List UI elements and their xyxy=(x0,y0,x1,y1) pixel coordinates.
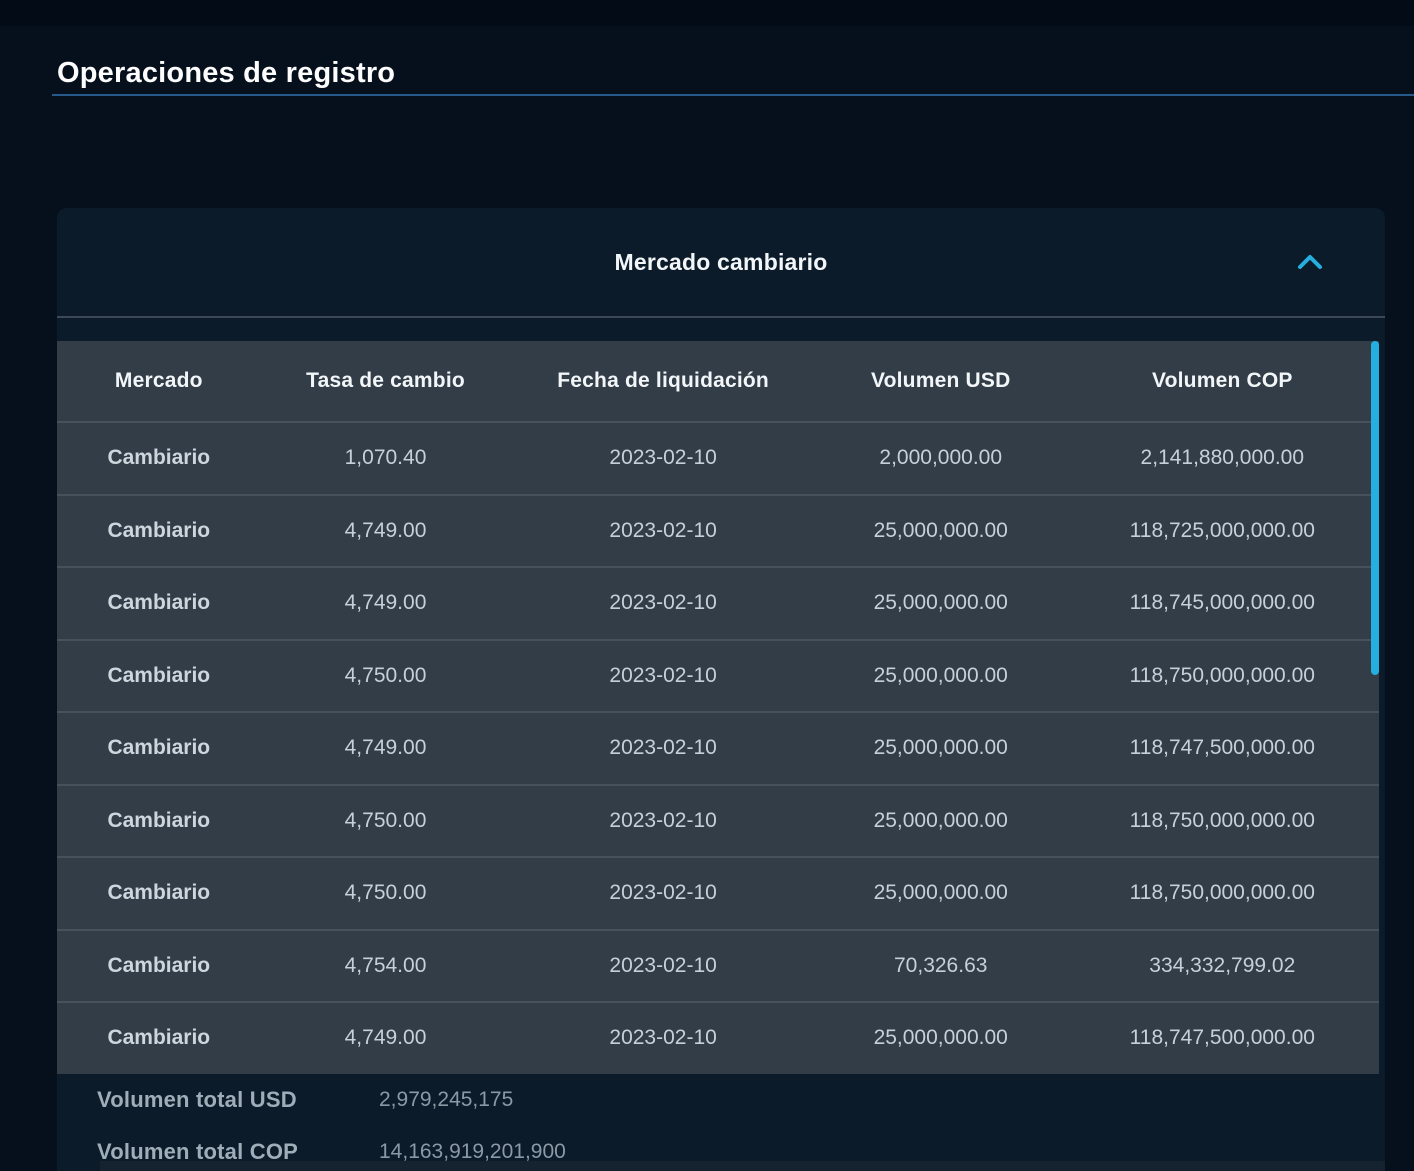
table-cell: Cambiario xyxy=(107,881,211,905)
table-cell: 4,749.00 xyxy=(344,736,427,760)
table-cell: Cambiario xyxy=(107,953,211,977)
table-row[interactable]: Cambiario 4,750.00 2023-02-10 25,000,000.00… xyxy=(57,638,1379,711)
column-header-0: Mercado xyxy=(114,369,203,392)
table-cell: 118,725,000,000.00 xyxy=(1129,518,1315,542)
table-cell: Cambiario xyxy=(107,518,211,542)
table-row[interactable]: Cambiario 4,750.00 2023-02-10 25,000,000.00… xyxy=(57,856,1379,929)
table-cell: 4,750.00 xyxy=(344,663,427,687)
table-cell: Cambiario xyxy=(107,808,211,832)
mercado-cambiario-panel: Mercado cambiario Mercado Tasa de cambio F… xyxy=(57,208,1385,1171)
table-cell: Cambiario xyxy=(107,663,211,687)
panel-header-divider xyxy=(57,316,1385,318)
table-cell: 118,750,000,000.00 xyxy=(1129,663,1315,687)
table-cell: 2023-02-10 xyxy=(609,808,717,832)
chevron-up-icon[interactable] xyxy=(1293,249,1327,275)
table-cell: 118,750,000,000.00 xyxy=(1129,808,1315,832)
column-header-1: Tasa de cambio xyxy=(306,369,465,392)
table-cell: 2,141,880,000.00 xyxy=(1140,446,1305,470)
table-cell: 4,749.00 xyxy=(344,591,427,615)
table-cell: 70,326.63 xyxy=(894,953,988,977)
table-cell: 25,000,000.00 xyxy=(873,591,1008,615)
operations-table: Mercado Tasa de cambio Fecha de liquidació… xyxy=(57,341,1379,1074)
total-usd-line: Volumen total USD 2,979,245,175 xyxy=(97,1074,1385,1126)
table-cell: 2023-02-10 xyxy=(609,518,717,542)
total-cop-value: 14,163,919,201,900 xyxy=(379,1139,566,1163)
table-row[interactable]: Cambiario 4,749.00 2023-02-10 25,000,000.00… xyxy=(57,566,1379,639)
table-cell: 2023-02-10 xyxy=(609,736,717,760)
table-cell: Cambiario xyxy=(107,591,211,615)
table-cell: 2023-02-10 xyxy=(609,953,717,977)
table-cell: 118,750,000,000.00 xyxy=(1129,881,1315,905)
table-row[interactable]: Cambiario 4,749.00 2023-02-10 25,000,000.00… xyxy=(57,1001,1379,1074)
table-cell: 118,745,000,000.00 xyxy=(1129,591,1315,615)
bottom-strip xyxy=(100,1161,1385,1171)
table-cell: 4,749.00 xyxy=(344,1026,427,1050)
panel-header[interactable]: Mercado cambiario xyxy=(57,208,1385,316)
table-cell: 2023-02-10 xyxy=(609,881,717,905)
table-row[interactable]: Cambiario 1,070.40 2023-02-10 2,000,000.00 2… xyxy=(57,421,1379,494)
totals-section: Volumen total USD 2,979,245,175 Volumen … xyxy=(57,1074,1385,1171)
table-cell: 334,332,799.02 xyxy=(1149,953,1296,977)
table-cell: 4,750.00 xyxy=(344,881,427,905)
table-scrollbar[interactable] xyxy=(1371,341,1379,675)
table-row[interactable]: Cambiario 4,754.00 2023-02-10 70,326.63 334,… xyxy=(57,928,1379,1001)
table-cell: 25,000,000.00 xyxy=(873,808,1008,832)
panel-title: Mercado cambiario xyxy=(614,248,828,275)
table-row[interactable]: Cambiario 4,749.00 2023-02-10 25,000,000.00… xyxy=(57,493,1379,566)
top-bar xyxy=(0,0,1414,26)
table-cell: 1,070.40 xyxy=(344,446,427,470)
table-cell: 25,000,000.00 xyxy=(873,663,1008,687)
column-header-4: Volumen COP xyxy=(1151,369,1293,392)
table-cell: 2023-02-10 xyxy=(609,663,717,687)
table-cell: 118,747,500,000.00 xyxy=(1129,736,1315,760)
table-cell: 25,000,000.00 xyxy=(873,881,1008,905)
table-cell: Cambiario xyxy=(107,736,211,760)
page-title: Operaciones de registro xyxy=(57,57,396,90)
table-row[interactable]: Cambiario 4,749.00 2023-02-10 25,000,000.00… xyxy=(57,711,1379,784)
table-header-row: Mercado Tasa de cambio Fecha de liquidació… xyxy=(57,341,1379,421)
table-cell: Cambiario xyxy=(107,1026,211,1050)
column-header-3: Volumen USD xyxy=(870,369,1011,392)
table-cell: 4,749.00 xyxy=(344,518,427,542)
table-cell: 25,000,000.00 xyxy=(873,1026,1008,1050)
table-cell: 25,000,000.00 xyxy=(873,518,1008,542)
table-cell: 2,000,000.00 xyxy=(879,446,1003,470)
table-cell: 2023-02-10 xyxy=(609,1026,717,1050)
total-usd-label: Volumen total USD xyxy=(97,1086,297,1112)
table-row[interactable]: Cambiario 4,750.00 2023-02-10 25,000,000.00… xyxy=(57,783,1379,856)
table-cell: 4,750.00 xyxy=(344,808,427,832)
title-underline xyxy=(52,94,1414,96)
table-cell: 2023-02-10 xyxy=(609,591,717,615)
table-body: Cambiario 1,070.40 2023-02-10 2,000,000.00 2… xyxy=(57,421,1379,1074)
table-cell: 2023-02-10 xyxy=(609,446,717,470)
table-cell: 118,747,500,000.00 xyxy=(1129,1026,1315,1050)
column-header-2: Fecha de liquidación xyxy=(557,369,769,392)
table-cell: 4,754.00 xyxy=(344,953,427,977)
table-cell: Cambiario xyxy=(107,446,211,470)
total-usd-value: 2,979,245,175 xyxy=(379,1087,514,1111)
table-cell: 25,000,000.00 xyxy=(873,736,1008,760)
